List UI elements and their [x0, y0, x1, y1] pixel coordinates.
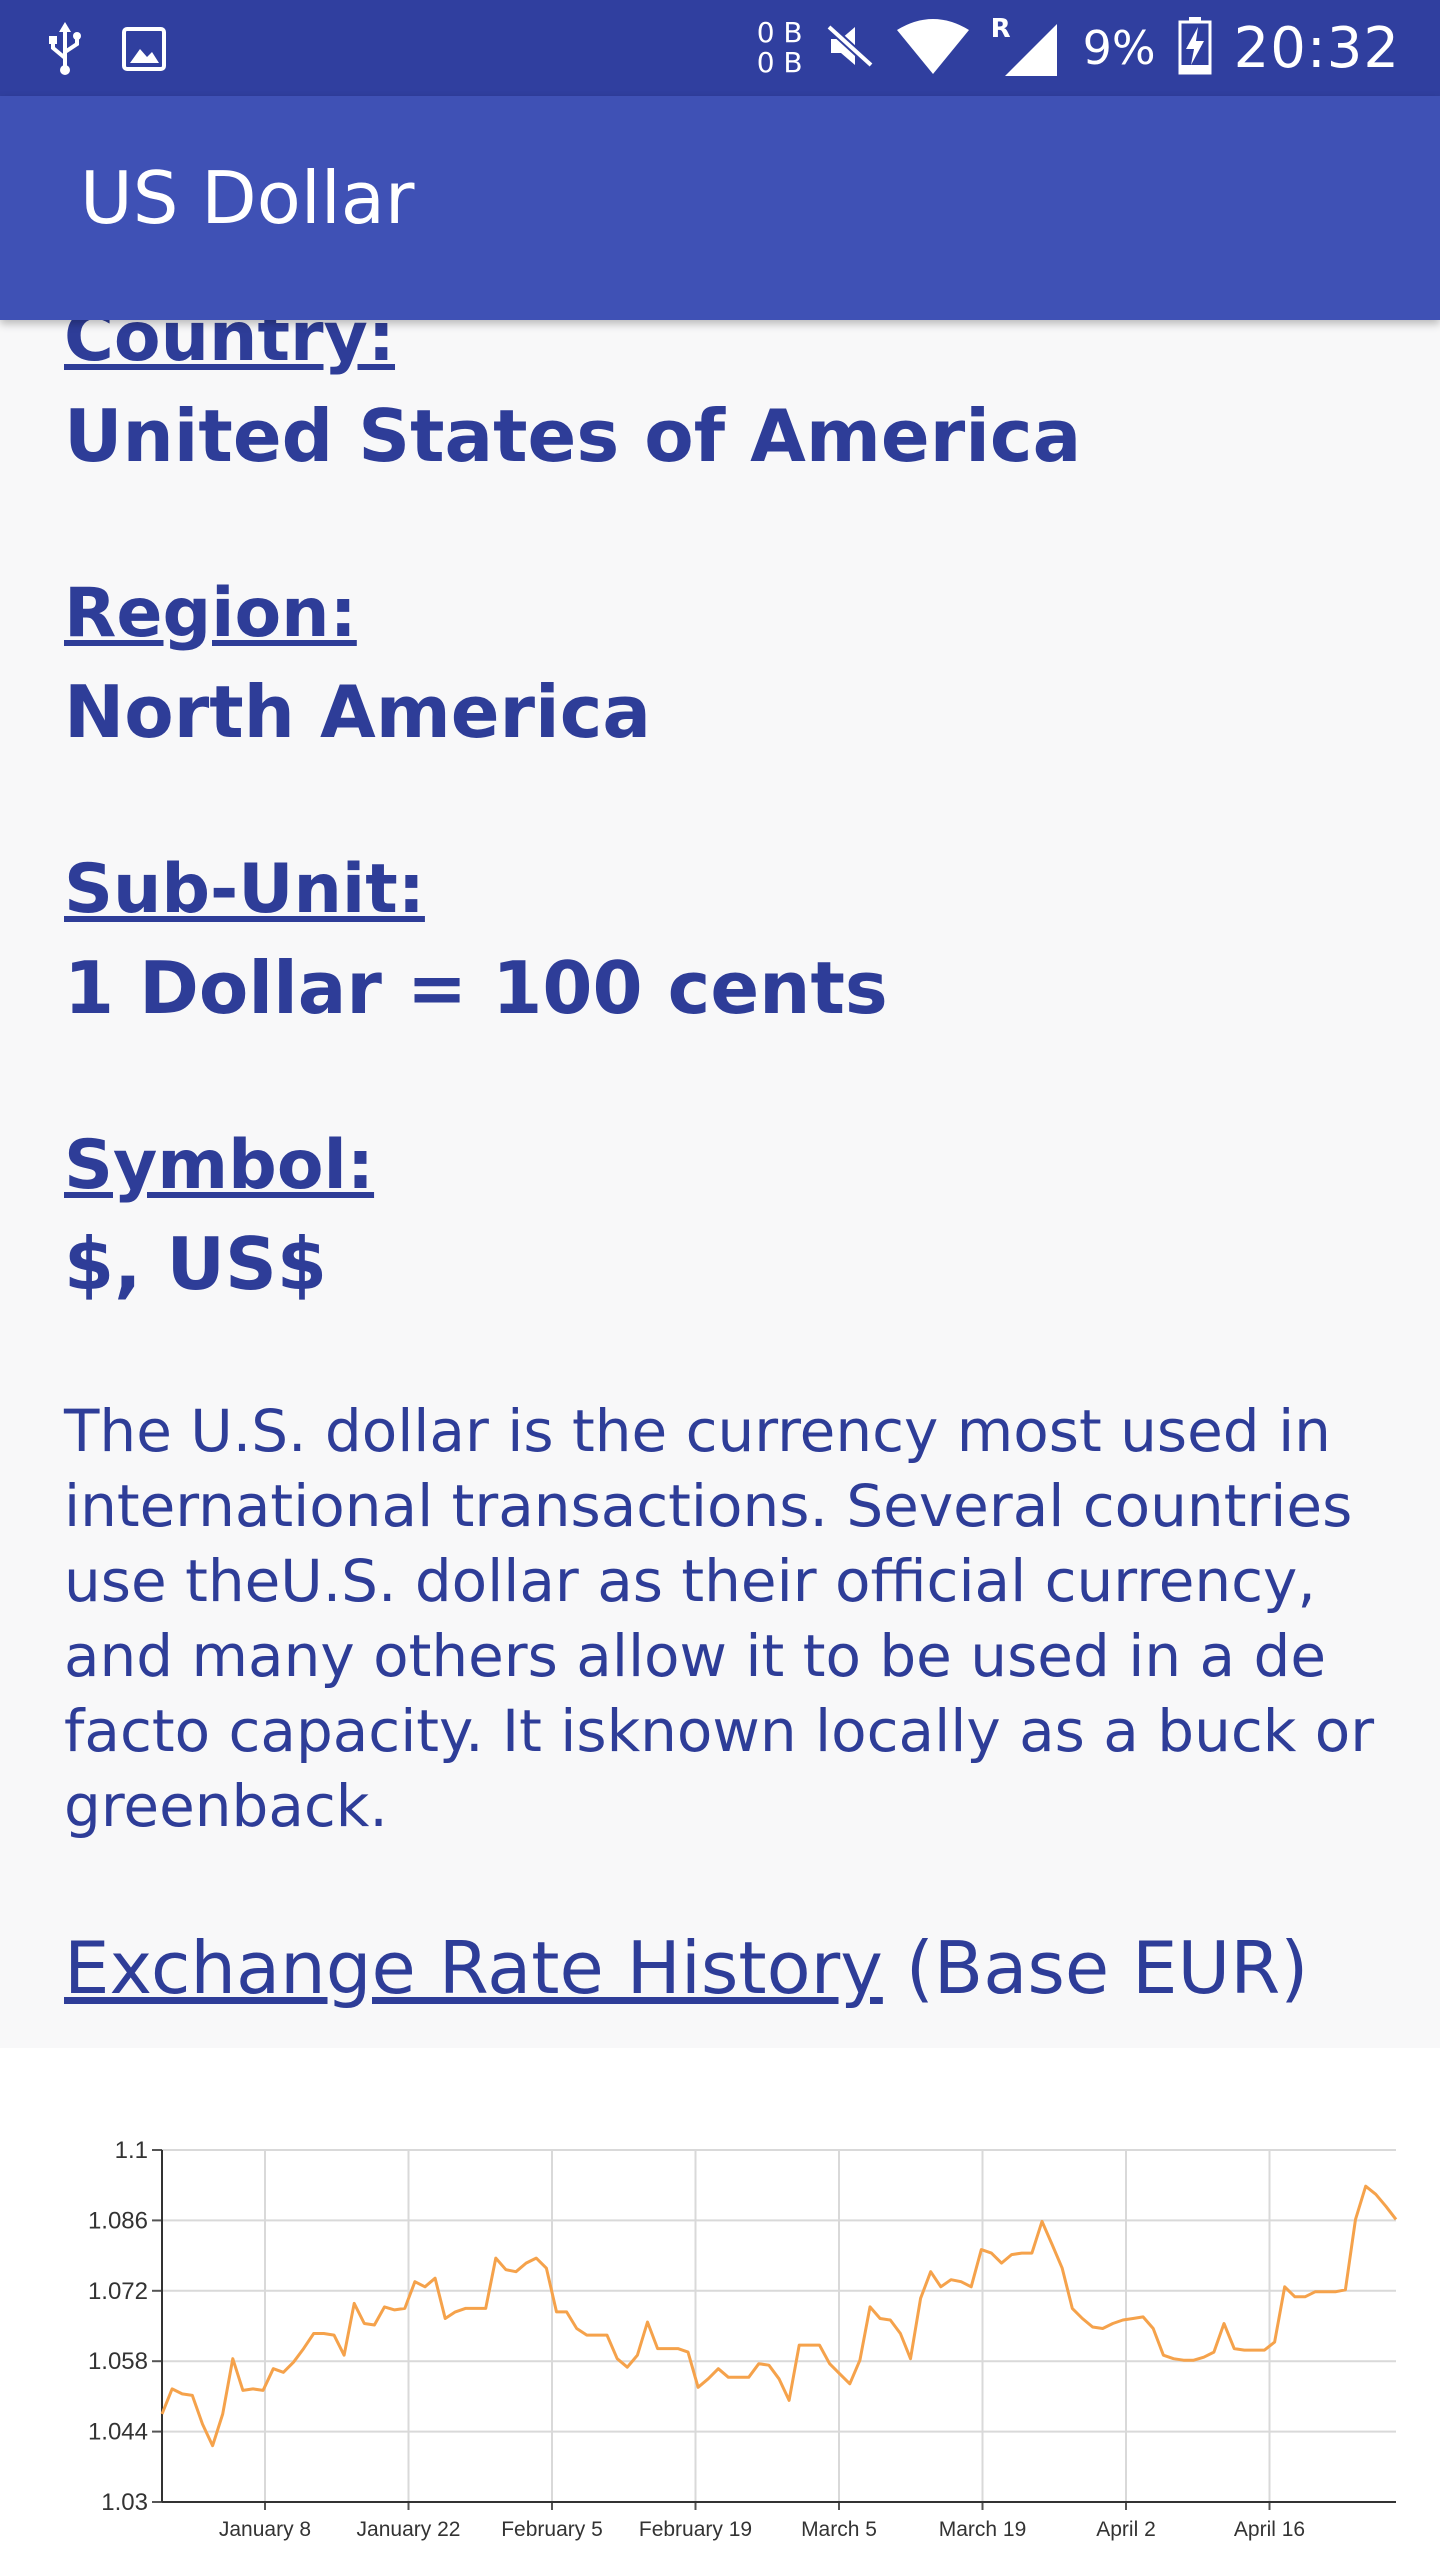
subunit-field: Sub-Unit: 1 Dollar = 100 cents	[64, 842, 1394, 1038]
country-field: Country: United States of America	[64, 320, 1394, 486]
rate-chart-svg: 1.1 1.086 1.072 1.058 1.044 1.03 January 8 Janu…	[88, 2137, 1398, 2541]
status-bar: 0 B 0 B R 9% 20:32	[0, 0, 1440, 96]
status-left	[48, 22, 166, 81]
y-tick-label: 1.072	[88, 2278, 148, 2305]
x-tick-label: February 5	[501, 2518, 603, 2541]
subunit-label: Sub-Unit:	[64, 850, 425, 929]
y-tick-label: 1.086	[88, 2207, 148, 2234]
y-tick-label: 1.058	[88, 2348, 148, 2375]
x-tick-label: February 19	[639, 2518, 752, 2541]
history-link[interactable]: Exchange Rate History	[64, 1926, 883, 2010]
region-value: North America	[64, 670, 652, 754]
data-up: 0 B	[756, 16, 803, 49]
region-field: Region: North America	[64, 566, 1394, 762]
wifi-icon	[896, 18, 969, 79]
status-right: 0 B 0 B R 9% 20:32	[757, 0, 1400, 96]
clock: 20:32	[1233, 15, 1400, 81]
symbol-value: $, US$	[64, 1222, 327, 1306]
x-tick-label: March 5	[801, 2518, 877, 2541]
data-rate: 0 B 0 B	[757, 18, 803, 78]
signal-icon: R	[991, 14, 1061, 78]
data-down: 0 B	[756, 46, 803, 79]
x-tick-label: January 22	[357, 2518, 461, 2541]
currency-details: Country: United States of America Region…	[64, 320, 1394, 2016]
subunit-value: 1 Dollar = 100 cents	[64, 946, 888, 1030]
y-tick-label: 1.1	[115, 2137, 148, 2164]
rate-series-line	[160, 2184, 1398, 2448]
country-value: United States of America	[64, 394, 1082, 478]
country-label: Country:	[64, 320, 396, 377]
history-base: (Base EUR)	[882, 1926, 1309, 2010]
x-tick-label: April 16	[1234, 2518, 1305, 2541]
exchange-rate-chart: 1.1 1.086 1.072 1.058 1.044 1.03 January 8 Janu…	[0, 2048, 1440, 2560]
usb-icon	[48, 22, 82, 81]
x-tick-label: January 8	[219, 2518, 311, 2541]
image-icon	[122, 27, 166, 76]
mute-icon	[823, 21, 876, 74]
page-title: US Dollar	[80, 156, 415, 240]
x-tick-label: March 19	[939, 2518, 1027, 2541]
symbol-field: Symbol: $, US$	[64, 1118, 1394, 1314]
details-scroll-area[interactable]: Country: United States of America Region…	[0, 320, 1440, 2048]
app-bar: US Dollar	[0, 96, 1440, 320]
currency-description: The U.S. dollar is the currency most use…	[64, 1397, 1375, 1840]
symbol-label: Symbol:	[64, 1126, 375, 1205]
y-tick-label: 1.044	[88, 2419, 148, 2446]
history-heading: Exchange Rate History (Base EUR)	[64, 1920, 1394, 2016]
y-tick-label: 1.03	[101, 2489, 148, 2516]
battery-charging-icon	[1178, 16, 1212, 80]
x-tick-label: April 2	[1096, 2518, 1156, 2541]
battery-percent: 9%	[1082, 21, 1156, 75]
region-label: Region:	[64, 574, 357, 653]
